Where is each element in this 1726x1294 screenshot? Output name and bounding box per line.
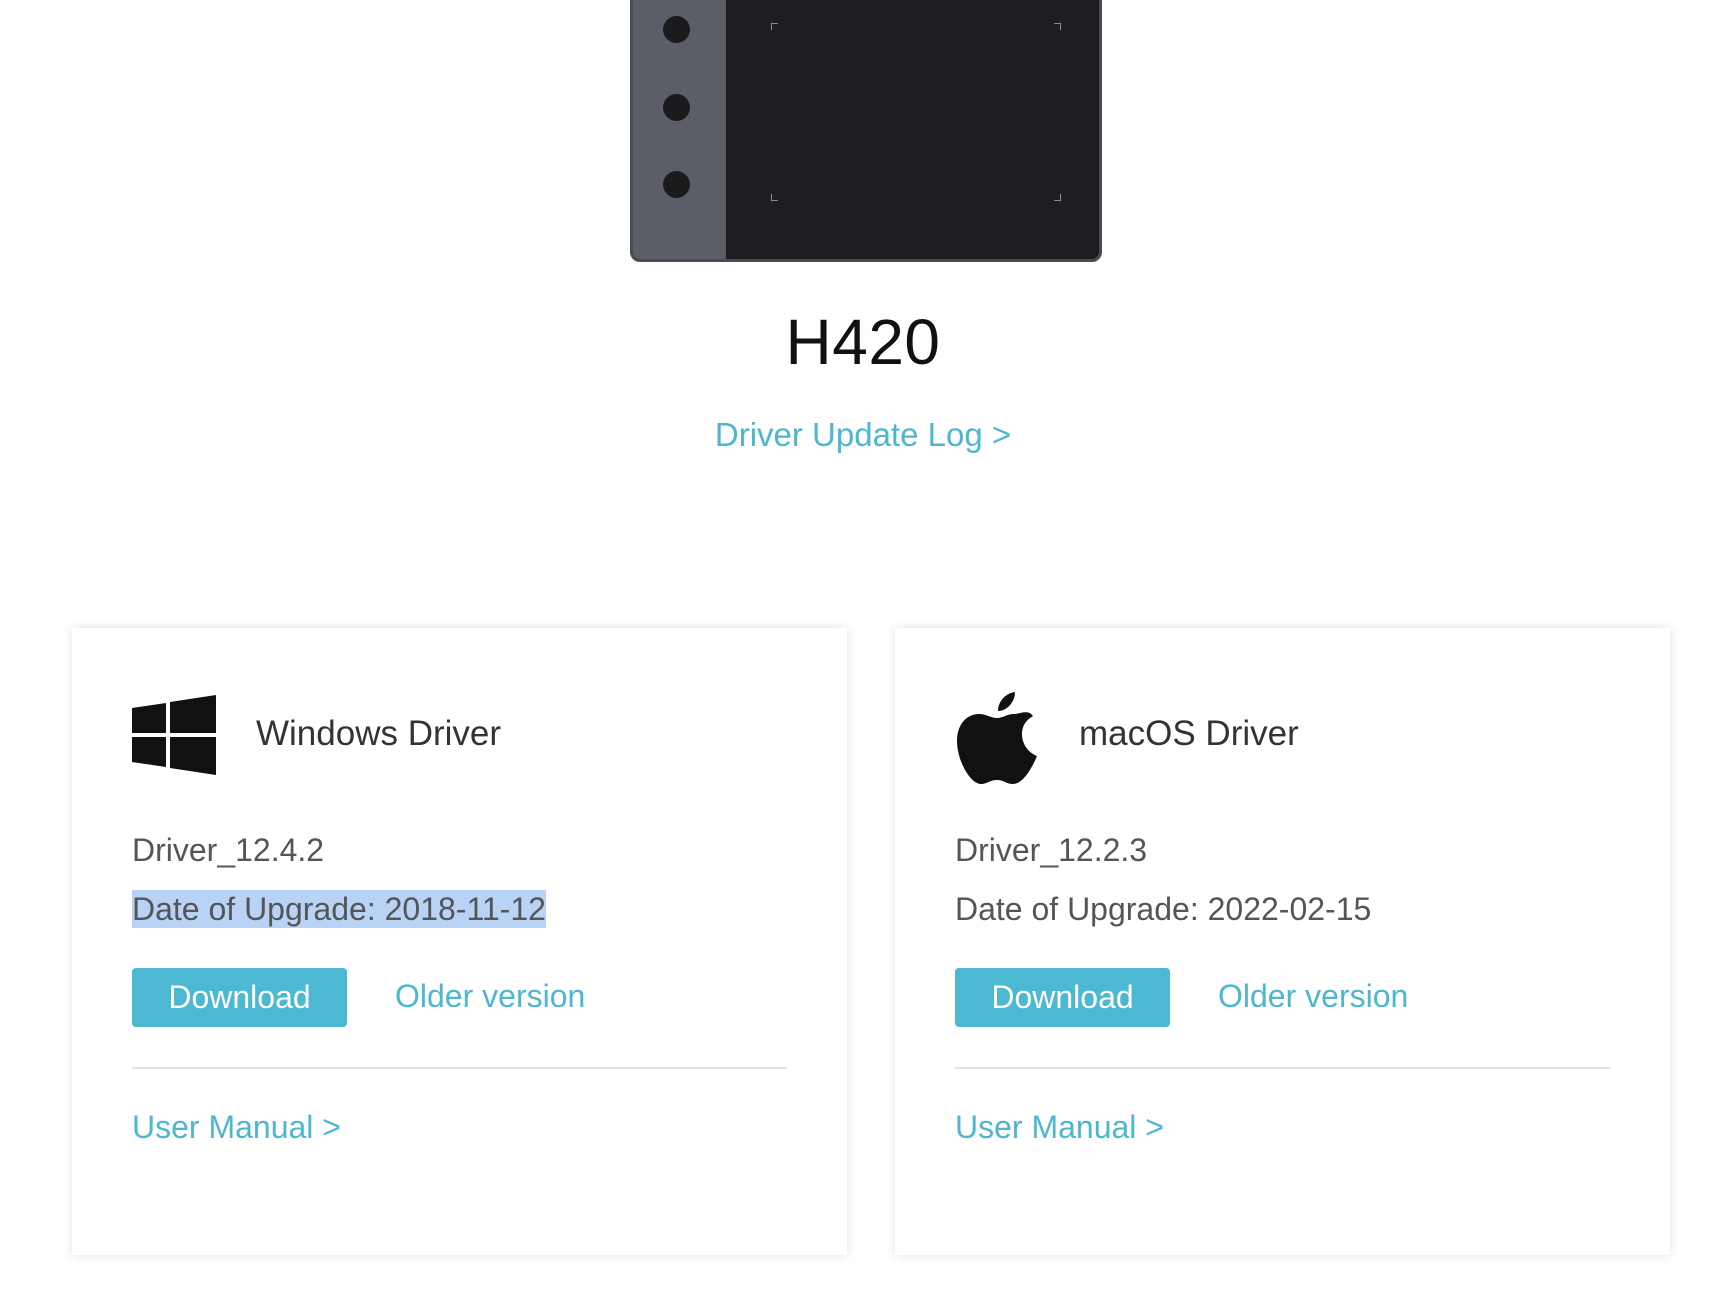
divider <box>132 1067 787 1069</box>
product-title: H420 <box>785 306 941 378</box>
windows-logo-icon <box>132 695 216 775</box>
express-key <box>663 16 690 43</box>
active-area-corner <box>771 194 778 201</box>
tablet-active-area <box>771 23 1061 201</box>
active-area-corner <box>1054 23 1061 30</box>
apple-logo-icon <box>957 692 1037 784</box>
driver-version: Driver_12.4.2 <box>132 832 325 868</box>
driver-os-title: macOS Driver <box>1079 714 1299 753</box>
older-version-link[interactable]: Older version <box>1218 978 1408 1015</box>
macos-driver-card: macOS Driver Driver_12.2.3 Date of Upgra… <box>895 628 1670 1255</box>
product-image <box>630 0 1102 262</box>
older-version-link[interactable]: Older version <box>395 978 585 1015</box>
upgrade-date: Date of Upgrade: 2022-02-15 <box>955 891 1372 927</box>
active-area-corner <box>1054 194 1061 201</box>
active-area-corner <box>771 23 778 30</box>
tablet-express-key-panel <box>633 0 726 259</box>
user-manual-link[interactable]: User Manual > <box>955 1109 1164 1146</box>
download-button[interactable]: Download <box>955 968 1170 1027</box>
driver-version: Driver_12.2.3 <box>955 832 1148 868</box>
download-button[interactable]: Download <box>132 968 347 1027</box>
tablet-body <box>630 0 1102 262</box>
upgrade-date: Date of Upgrade: 2018-11-12 <box>132 890 546 928</box>
divider <box>955 1067 1610 1069</box>
windows-driver-card: Windows Driver Driver_12.4.2 Date of Upg… <box>72 628 847 1255</box>
express-key <box>663 94 690 121</box>
driver-update-log-link[interactable]: Driver Update Log > <box>0 416 1726 454</box>
express-key <box>663 171 690 198</box>
driver-os-title: Windows Driver <box>256 714 502 753</box>
user-manual-link[interactable]: User Manual > <box>132 1109 341 1146</box>
